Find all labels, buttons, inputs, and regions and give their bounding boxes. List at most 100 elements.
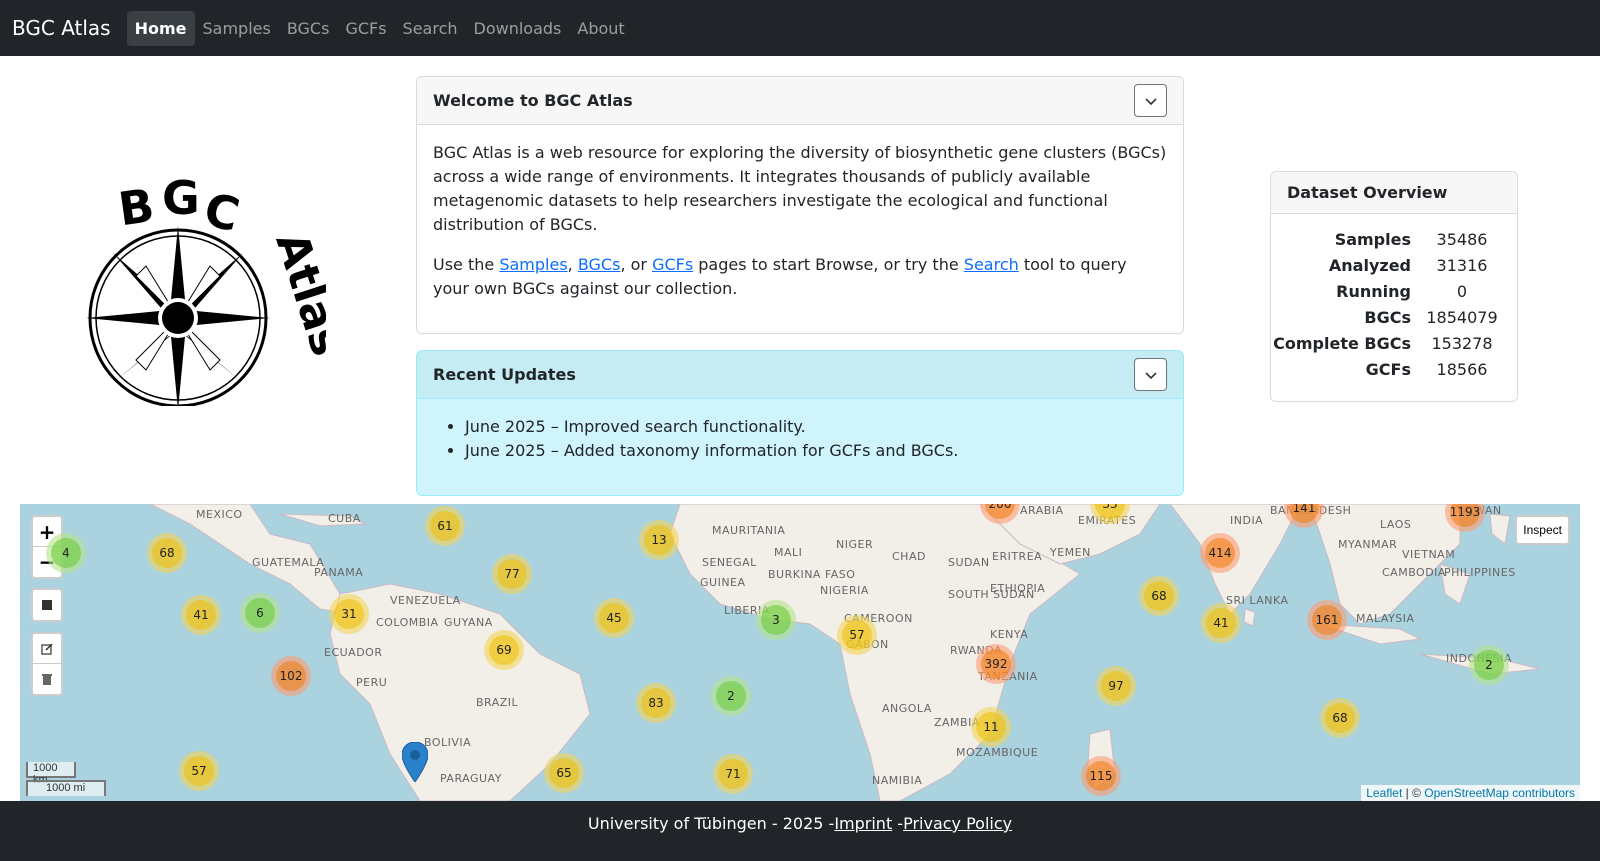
- navbar: BGC Atlas Home Samples BGCs GCFs Search …: [0, 0, 1600, 56]
- map-cluster[interactable]: 4: [46, 533, 86, 573]
- cluster-count: 61: [430, 511, 460, 541]
- gcfs-link[interactable]: GCFs: [652, 255, 693, 274]
- map-label: MAURITANIA: [712, 524, 786, 537]
- nav-bgcs[interactable]: BGCs: [279, 11, 338, 46]
- map-cluster[interactable]: 83: [636, 683, 676, 723]
- welcome-title: Welcome to BGC Atlas: [433, 91, 633, 110]
- sample-map[interactable]: + − Inspect 1000 km 1000 mi Leaflet | © …: [20, 504, 1580, 801]
- stat-label: GCFs: [1365, 359, 1411, 379]
- map-label: BRAZIL: [476, 696, 519, 709]
- map-cluster[interactable]: 68: [147, 533, 187, 573]
- map-label: MEXICO: [196, 508, 243, 521]
- trash-icon: [42, 674, 52, 685]
- edit-layers-button[interactable]: [33, 634, 61, 664]
- scale-mi: 1000 mi: [26, 780, 106, 796]
- map-label: PARAGUAY: [440, 772, 502, 785]
- map-label: VIETNAM: [1402, 548, 1456, 561]
- map-label: SUDAN: [948, 556, 990, 569]
- nav-samples[interactable]: Samples: [195, 11, 279, 46]
- brand-link[interactable]: BGC Atlas: [12, 16, 111, 40]
- cluster-count: 45: [599, 603, 629, 633]
- map-cluster[interactable]: 68: [1320, 698, 1360, 738]
- map-cluster[interactable]: 61: [425, 506, 465, 546]
- map-cluster[interactable]: 45: [594, 598, 634, 638]
- map-label: NIGERIA: [820, 584, 869, 597]
- map-label: ECUADOR: [324, 646, 383, 659]
- map-cluster[interactable]: 102: [271, 656, 311, 696]
- footer-text: University of Tübingen - 2025 -: [587, 814, 835, 833]
- nav-search[interactable]: Search: [395, 11, 466, 46]
- stat-label: Running: [1336, 281, 1411, 301]
- nav-home[interactable]: Home: [126, 10, 195, 46]
- overview-stats: Samples 35486 Analyzed 31316 Running 0 BGCs…: [1271, 226, 1517, 382]
- map-cluster[interactable]: 41: [181, 595, 221, 635]
- chevron-down-icon: [1144, 371, 1157, 379]
- updates-list: June 2025 – Improved search functionalit…: [417, 399, 1183, 463]
- map-label: VENEZUELA: [390, 594, 461, 607]
- map-cluster[interactable]: 6: [240, 593, 280, 633]
- stat-row-bgcs: BGCs 1854079: [1271, 304, 1517, 330]
- draw-control: [31, 588, 63, 622]
- bgcs-link[interactable]: BGCs: [578, 255, 621, 274]
- cluster-count: 161: [1312, 605, 1342, 635]
- leaflet-link[interactable]: Leaflet: [1366, 786, 1402, 800]
- inspect-button[interactable]: Inspect: [1515, 515, 1570, 545]
- svg-text:B: B: [115, 178, 157, 236]
- welcome-collapse-button[interactable]: [1134, 84, 1167, 117]
- search-link[interactable]: Search: [964, 255, 1019, 274]
- map-label: ANGOLA: [882, 702, 932, 715]
- map-label: MYANMAR: [1338, 538, 1398, 551]
- list-item: June 2025 – Added taxonomy information f…: [465, 439, 1167, 463]
- cluster-count: 4: [51, 538, 81, 568]
- map-cluster[interactable]: 3: [756, 600, 796, 640]
- svg-text:G: G: [162, 176, 200, 225]
- map-cluster[interactable]: 31: [329, 594, 369, 634]
- map-cluster[interactable]: 69: [484, 630, 524, 670]
- cluster-count: 141: [1289, 504, 1319, 523]
- stat-label: Analyzed: [1328, 255, 1411, 275]
- map-cluster[interactable]: 392: [976, 644, 1016, 684]
- delete-layers-button[interactable]: [33, 664, 61, 694]
- welcome-usage: Use the Samples, BGCs, or GCFs pages to …: [433, 253, 1167, 301]
- draw-rectangle-button[interactable]: [33, 590, 61, 620]
- map-label: MALAYSIA: [1356, 612, 1415, 625]
- welcome-card: Welcome to BGC Atlas BGC Atlas is a web …: [416, 76, 1184, 334]
- map-label: INDIA: [1230, 514, 1264, 527]
- map-label: CAMBODIA: [1382, 566, 1446, 579]
- map-cluster[interactable]: 414: [1200, 533, 1240, 573]
- cluster-count: 13: [644, 525, 674, 555]
- stat-row-complete-bgcs: Complete BGCs 153278: [1271, 330, 1517, 356]
- recent-updates-card: Recent Updates June 2025 – Improved sear…: [416, 350, 1184, 496]
- updates-collapse-button[interactable]: [1134, 358, 1167, 391]
- map-cluster[interactable]: 11: [971, 707, 1011, 747]
- map-label: YEMEN: [1050, 546, 1091, 559]
- cluster-count: 1193: [1450, 504, 1480, 527]
- nav-about[interactable]: About: [569, 11, 632, 46]
- map-attribution: Leaflet | © OpenStreetMap contributors: [1361, 785, 1580, 801]
- map-cluster[interactable]: 41: [1201, 603, 1241, 643]
- nav-downloads[interactable]: Downloads: [466, 11, 570, 46]
- map-label: ARABIA: [1020, 504, 1064, 517]
- privacy-policy-link[interactable]: Privacy Policy: [903, 814, 1012, 833]
- nav-gcfs[interactable]: GCFs: [337, 11, 394, 46]
- footer: University of Tübingen - 2025 -Imprint -…: [0, 801, 1600, 861]
- map-cluster[interactable]: 65: [544, 753, 584, 793]
- map-cluster[interactable]: 97: [1096, 666, 1136, 706]
- map-cluster[interactable]: 2: [711, 676, 751, 716]
- samples-link[interactable]: Samples: [499, 255, 567, 274]
- imprint-link[interactable]: Imprint: [834, 814, 892, 833]
- map-cluster[interactable]: 161: [1307, 600, 1347, 640]
- map-label: SOUTH SUDAN: [948, 588, 1035, 601]
- map-label: BURKINA FASO: [768, 568, 856, 581]
- map-cluster[interactable]: 77: [492, 554, 532, 594]
- map-cluster[interactable]: 68: [1139, 576, 1179, 616]
- map-cluster[interactable]: 57: [179, 751, 219, 791]
- attribution-separator: | ©: [1402, 786, 1425, 800]
- osm-link[interactable]: OpenStreetMap contributors: [1424, 786, 1575, 800]
- cluster-count: 65: [549, 758, 579, 788]
- map-cluster[interactable]: 13: [639, 520, 679, 560]
- map-cluster[interactable]: 57: [837, 615, 877, 655]
- map-cluster[interactable]: 2: [1469, 645, 1509, 685]
- map-cluster[interactable]: 115: [1081, 756, 1121, 796]
- map-cluster[interactable]: 71: [713, 754, 753, 794]
